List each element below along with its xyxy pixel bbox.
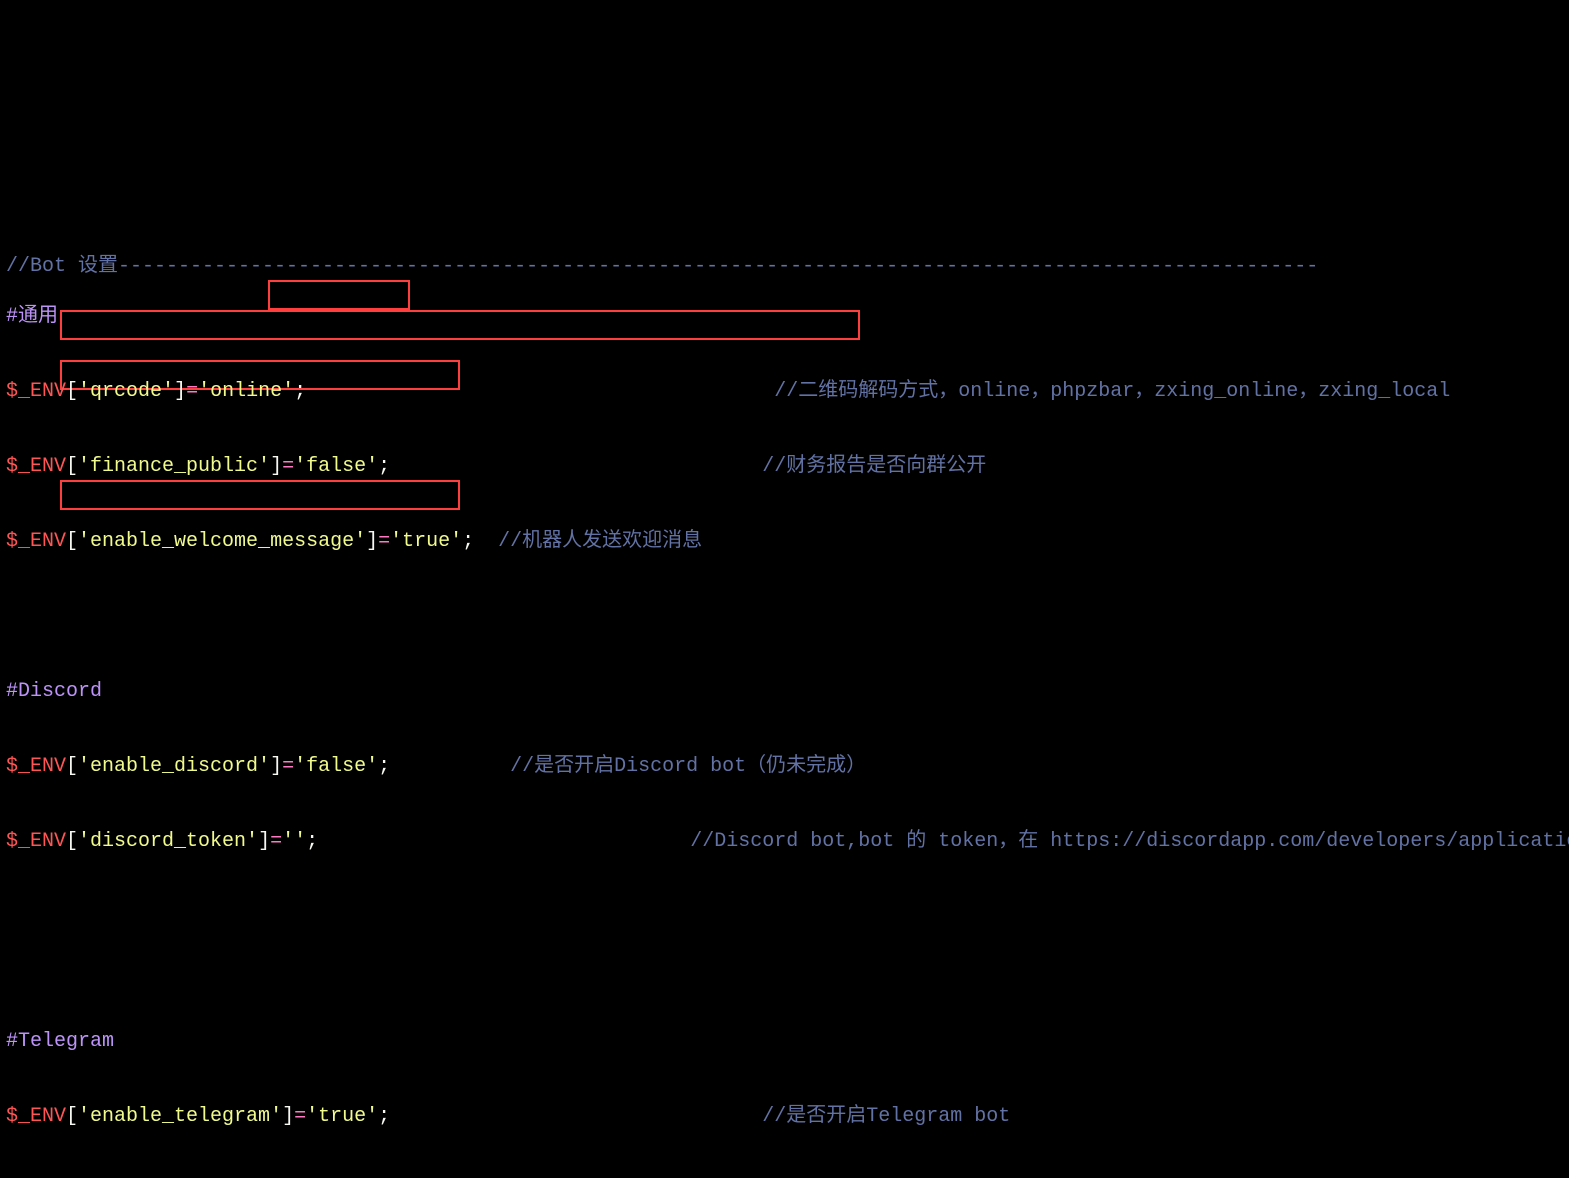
section-telegram: #Telegram <box>6 1029 1563 1054</box>
line-qrcode: $_ENV['qrcode']='online'; //二维码解码方式，onli… <box>6 379 1563 404</box>
section-general: #通用 <box>6 304 1563 329</box>
line-enable-discord: $_ENV['enable_discord']='false'; //是否开启D… <box>6 754 1563 779</box>
line-discord-token: $_ENV['discord_token']=''; //Discord bot… <box>6 829 1563 854</box>
section-discord: #Discord <box>6 679 1563 704</box>
line-finance-public: $_ENV['finance_public']='false'; //财务报告是… <box>6 454 1563 479</box>
line-enable-welcome: $_ENV['enable_welcome_message']='true'; … <box>6 529 1563 554</box>
highlight-telegram-bot <box>60 480 460 510</box>
line-enable-telegram: $_ENV['enable_telegram']='true'; //是否开启T… <box>6 1104 1563 1129</box>
comment-bot-settings: //Bot 设置--------------------------------… <box>6 254 1563 279</box>
